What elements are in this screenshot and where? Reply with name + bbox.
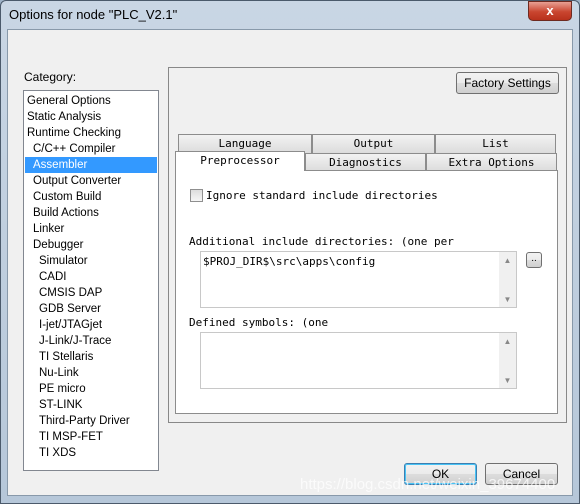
category-item[interactable]: Debugger: [25, 237, 157, 253]
category-item[interactable]: TI XDS: [25, 445, 157, 461]
tab-extra-options[interactable]: Extra Options: [426, 153, 557, 171]
category-item[interactable]: ST-LINK: [25, 397, 157, 413]
category-item[interactable]: TI Stellaris: [25, 349, 157, 365]
category-item[interactable]: Static Analysis: [25, 109, 157, 125]
tab-diagnostics[interactable]: Diagnostics: [305, 153, 426, 171]
category-item[interactable]: Build Actions: [25, 205, 157, 221]
include-dirs-value: $PROJ_DIR$\src\apps\config: [203, 255, 376, 268]
category-item[interactable]: CADI: [25, 269, 157, 285]
browse-button[interactable]: ..: [526, 252, 542, 268]
include-dirs-textarea[interactable]: $PROJ_DIR$\src\apps\config ▲ ▼: [200, 251, 517, 308]
defined-symbols-scrollbar[interactable]: ▲ ▼: [499, 333, 516, 388]
window-title: Options for node "PLC_V2.1": [9, 7, 178, 22]
defined-symbols-textarea[interactable]: ▲ ▼: [200, 332, 517, 389]
include-dirs-scrollbar[interactable]: ▲ ▼: [499, 252, 516, 307]
include-dirs-label: Additional include directories: (one per: [189, 235, 454, 248]
tab-list[interactable]: List: [435, 134, 556, 153]
scroll-up-icon: ▲: [503, 337, 512, 346]
category-label: Category:: [24, 70, 77, 84]
category-item[interactable]: Linker: [25, 221, 157, 237]
category-item[interactable]: I-jet/JTAGjet: [25, 317, 157, 333]
category-item[interactable]: Nu-Link: [25, 365, 157, 381]
close-button[interactable]: x: [528, 1, 572, 21]
category-item[interactable]: GDB Server: [25, 301, 157, 317]
category-item[interactable]: TI MSP-FET: [25, 429, 157, 445]
category-list[interactable]: General Options Static Analysis Runtime Ch…: [23, 90, 159, 471]
defined-symbols-label: Defined symbols: (one: [189, 316, 329, 329]
scroll-down-icon: ▼: [503, 376, 512, 385]
category-item[interactable]: Output Converter: [25, 173, 157, 189]
scroll-up-icon: ▲: [503, 256, 512, 265]
watermark: https://blog.csdn.net/weixin_39674400: [300, 476, 556, 493]
tab-output[interactable]: Output: [312, 134, 435, 153]
ignore-standard-label: Ignore standard include directories: [206, 189, 438, 202]
category-item[interactable]: General Options: [25, 93, 157, 109]
category-item[interactable]: C/C++ Compiler: [25, 141, 157, 157]
factory-settings-button[interactable]: Factory Settings: [456, 72, 559, 94]
category-item[interactable]: CMSIS DAP: [25, 285, 157, 301]
category-item[interactable]: Custom Build: [25, 189, 157, 205]
tab-preprocessor[interactable]: Preprocessor: [175, 151, 305, 171]
scroll-down-icon: ▼: [503, 295, 512, 304]
category-item[interactable]: Third-Party Driver: [25, 413, 157, 429]
category-item[interactable]: Assembler: [25, 157, 157, 173]
ignore-standard-checkbox[interactable]: [190, 189, 203, 202]
category-item[interactable]: Runtime Checking: [25, 125, 157, 141]
category-item[interactable]: PE micro: [25, 381, 157, 397]
category-item[interactable]: Simulator: [25, 253, 157, 269]
category-item[interactable]: J-Link/J-Trace: [25, 333, 157, 349]
